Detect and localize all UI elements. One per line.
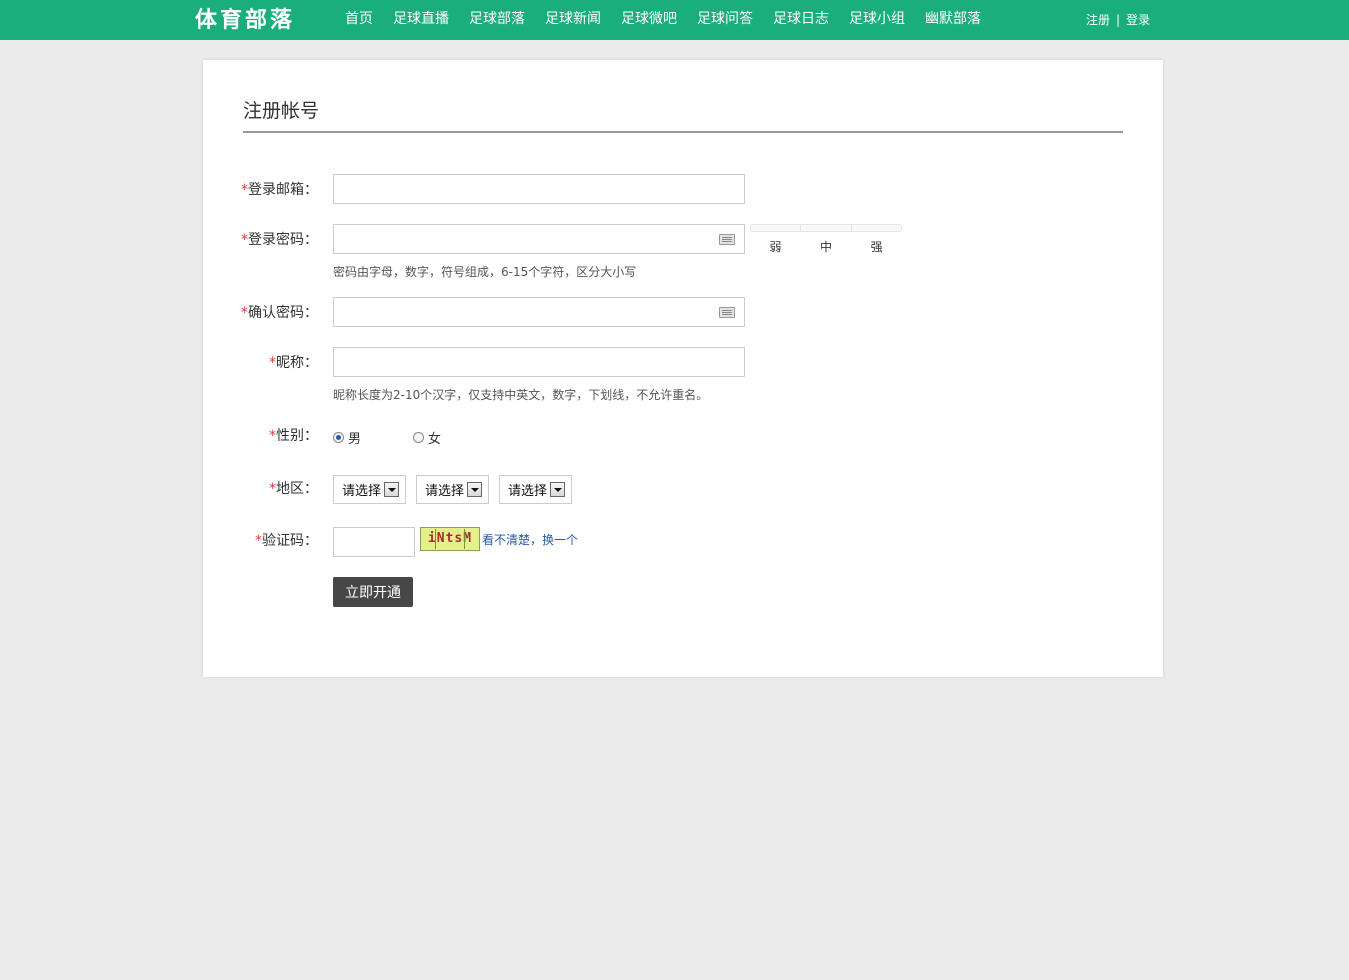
required-mark: * xyxy=(241,232,248,248)
province-select-value: 请选择 xyxy=(342,484,382,499)
gender-option-male[interactable]: 男 xyxy=(333,428,361,447)
nickname-input[interactable] xyxy=(333,347,745,377)
nav-item-home[interactable]: 首页 xyxy=(335,0,383,40)
register-link[interactable]: 注册 xyxy=(1086,0,1110,40)
chevron-down-icon[interactable] xyxy=(467,482,482,497)
nav-item-football-weiba[interactable]: 足球微吧 xyxy=(611,0,687,40)
gender-label: *性别： xyxy=(203,425,318,445)
captcha-label-text: 验证码： xyxy=(262,533,318,549)
required-mark: * xyxy=(241,182,248,198)
title-divider xyxy=(243,131,1123,133)
captcha-refresh-link[interactable]: 看不清楚，换一个 xyxy=(482,531,578,548)
nav-item-football-live[interactable]: 足球直播 xyxy=(383,0,459,40)
main-nav: 首页 足球直播 足球部落 足球新闻 足球微吧 足球问答 足球日志 足球小组 幽默… xyxy=(335,0,991,40)
region-label-text: 地区： xyxy=(276,481,318,497)
province-select[interactable]: 请选择 xyxy=(333,475,406,504)
required-mark: * xyxy=(255,533,262,549)
email-label-text: 登录邮箱： xyxy=(248,182,318,198)
strength-label-strong: 强 xyxy=(870,240,883,254)
gender-male-label: 男 xyxy=(348,432,362,447)
confirm-password-label: *确认密码： xyxy=(203,302,318,322)
strength-bar-medium xyxy=(801,225,852,231)
email-input[interactable] xyxy=(333,174,745,204)
password-input[interactable] xyxy=(333,224,745,254)
nav-item-football-blog[interactable]: 足球日志 xyxy=(763,0,839,40)
register-card: 注册帐号 *登录邮箱： *登录密码： 弱 中 强 密码由字母，数字，符号组成，6… xyxy=(203,60,1163,677)
gender-option-female[interactable]: 女 xyxy=(413,428,441,447)
captcha-input[interactable] xyxy=(333,527,415,557)
required-mark: * xyxy=(269,428,276,444)
gender-label-text: 性别： xyxy=(276,428,318,444)
confirm-password-input[interactable] xyxy=(333,297,745,327)
city-select[interactable]: 请选择 xyxy=(416,475,489,504)
strength-label-weak: 弱 xyxy=(769,240,782,254)
email-label: *登录邮箱： xyxy=(203,179,318,199)
submit-button[interactable]: 立即开通 xyxy=(333,577,413,607)
top-nav-bar: 体育部落 首页 足球直播 足球部落 足球新闻 足球微吧 足球问答 足球日志 足球… xyxy=(0,0,1349,40)
page-title: 注册帐号 xyxy=(243,100,320,122)
login-link[interactable]: 登录 xyxy=(1126,0,1150,40)
site-logo[interactable]: 体育部落 xyxy=(195,5,295,35)
user-links: 注册 | 登录 xyxy=(1086,0,1150,40)
strength-bar-weak xyxy=(751,225,802,231)
nickname-hint: 昵称长度为2-10个汉字，仅支持中英文，数字，下划线，不允许重名。 xyxy=(333,388,709,402)
strength-label-medium: 中 xyxy=(820,240,833,254)
keyboard-icon[interactable] xyxy=(719,234,735,245)
required-mark: * xyxy=(241,305,248,321)
nickname-label: *昵称： xyxy=(203,352,318,372)
strength-bar-strong xyxy=(851,225,901,231)
captcha-image[interactable]: iNtsM xyxy=(420,527,480,551)
nav-item-humor-tribe[interactable]: 幽默部落 xyxy=(915,0,991,40)
password-strength-meter: 弱 中 强 xyxy=(750,224,902,255)
radio-female[interactable] xyxy=(413,432,424,443)
chevron-down-icon[interactable] xyxy=(550,482,565,497)
strength-bars xyxy=(750,224,902,232)
required-mark: * xyxy=(269,355,276,371)
nav-item-football-group[interactable]: 足球小组 xyxy=(839,0,915,40)
link-separator: | xyxy=(1116,13,1121,27)
nav-item-football-news[interactable]: 足球新闻 xyxy=(535,0,611,40)
keyboard-icon[interactable] xyxy=(719,307,735,318)
password-label: *登录密码： xyxy=(203,229,318,249)
chevron-down-icon[interactable] xyxy=(384,482,399,497)
captcha-label: *验证码： xyxy=(203,530,318,550)
password-hint: 密码由字母，数字，符号组成，6-15个字符，区分大小写 xyxy=(333,265,637,279)
strength-labels: 弱 中 强 xyxy=(750,238,902,255)
district-select-value: 请选择 xyxy=(508,484,548,499)
required-mark: * xyxy=(269,481,276,497)
nickname-label-text: 昵称： xyxy=(276,355,318,371)
gender-female-label: 女 xyxy=(428,432,442,447)
password-label-text: 登录密码： xyxy=(248,232,318,248)
region-label: *地区： xyxy=(203,478,318,498)
radio-male[interactable] xyxy=(333,432,344,443)
city-select-value: 请选择 xyxy=(425,484,465,499)
confirm-password-label-text: 确认密码： xyxy=(248,305,318,321)
nav-item-football-qa[interactable]: 足球问答 xyxy=(687,0,763,40)
nav-item-football-tribe[interactable]: 足球部落 xyxy=(459,0,535,40)
district-select[interactable]: 请选择 xyxy=(499,475,572,504)
